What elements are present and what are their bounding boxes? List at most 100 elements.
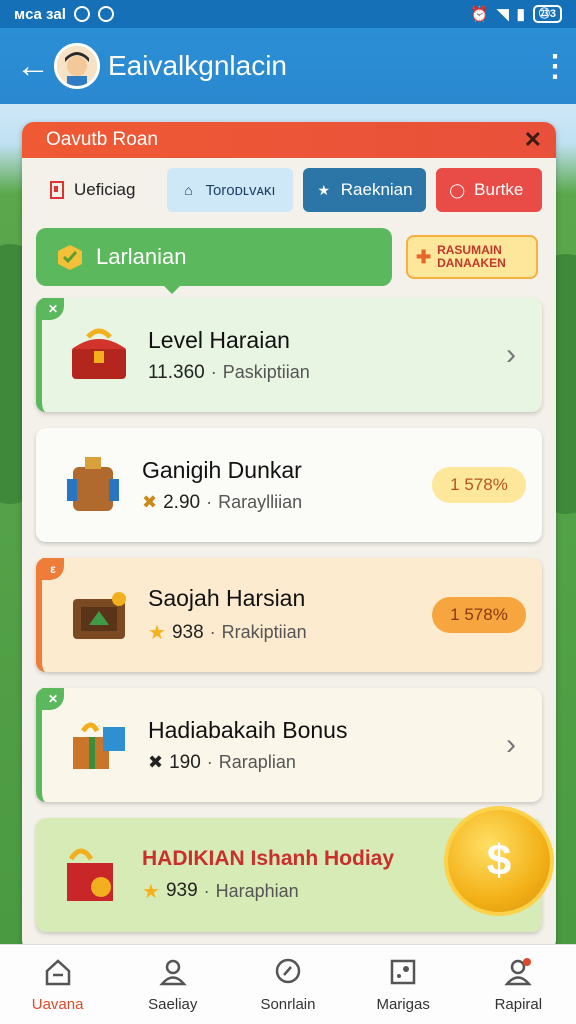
nav-second[interactable]: Saeliay [123, 956, 223, 1013]
chevron-right-icon[interactable]: › [496, 338, 526, 372]
bottom-nav: Uavana Saeliay Sonrlain Marigas Rapiral [0, 944, 576, 1024]
item-title: Level Haraian [148, 326, 290, 353]
section-header: Larlanian ✚ RASUMAIN DANAAKEN [22, 228, 556, 294]
item-subtitle: 11.360 · Paskiptiian [148, 362, 496, 384]
section-label: Larlanian [96, 244, 187, 269]
nav-third-label: Sonrlain [260, 996, 316, 1013]
nav-second-label: Saeliay [148, 996, 198, 1013]
separator: · [206, 492, 213, 512]
back-button[interactable]: ← [16, 47, 52, 86]
item-caption: Haraphian [215, 880, 299, 901]
tab-2-label: Toroᴅʟvᴀᴋı [205, 181, 276, 199]
tab-1-label: Uefiᴄiag [74, 180, 136, 199]
tools-icon: ✖ [148, 752, 164, 772]
tab-2[interactable]: ⌂ Toroᴅʟvᴀᴋı [167, 168, 293, 212]
close-icon[interactable]: ✕ [524, 127, 542, 153]
reward-list: ✕ Level Haraian 11.360 · Paskiptiian › G… [22, 292, 556, 932]
item-title: Ganigih Dunkar [142, 456, 302, 483]
nav-third[interactable]: Sonrlain [238, 956, 338, 1013]
status-bar: ᴍᴄa ɜal ⏰ ◥ ▮ ㉓3 [0, 0, 576, 28]
item-title: Saojah Harsian [148, 585, 306, 611]
item-text: Hadiabakaih Bonus ✖ 190 · Raraplian [148, 717, 496, 774]
nav-fourth-label: Marigas [376, 996, 430, 1013]
item-text: Ganigih Dunkar ✖ 2.90 · Raraylliian [142, 457, 432, 514]
list-item[interactable]: HADIKIAN Ishanh Hodiay ★ 939 · Haraphian… [36, 806, 554, 932]
profile-icon [502, 956, 534, 988]
separator: · [209, 622, 216, 642]
wooden-chest-icon [64, 580, 134, 650]
treasure-chest-icon [64, 320, 134, 390]
item-caption: Rrakiptiian [221, 622, 307, 642]
map-icon [387, 956, 419, 988]
item-subtitle: ✖ 190 · Raraplian [148, 752, 496, 774]
more-menu-icon[interactable]: ⋮ [540, 49, 570, 84]
item-caption: Paskiptiian [222, 362, 310, 382]
item-value: 11.360 [148, 361, 205, 383]
check-corner-icon: ✕ [42, 688, 64, 710]
item-value: 190 [169, 751, 201, 773]
item-value: 2.90 [163, 491, 201, 513]
nav-home-label: Uavana [31, 996, 84, 1013]
star-icon: ★ [317, 181, 331, 198]
panel-title: Oavutb Roan [46, 129, 158, 150]
panel-header: Oavutb Roan ✕ [22, 122, 556, 158]
avatar[interactable] [54, 43, 100, 89]
signal-icon: ▮ [516, 6, 525, 23]
list-item[interactable]: Ganigih Dunkar ✖ 2.90 · Raraylliian 1 57… [36, 428, 542, 542]
app-bar: ← Eaivalkgnlacin ⋮ [0, 28, 576, 104]
progress-badge[interactable]: 1 578% [432, 597, 526, 633]
tab-4[interactable]: ◯ Buɾtke [436, 168, 542, 212]
battery-indicator: ㉓3 [532, 5, 562, 23]
home-icon [42, 956, 74, 988]
gold-coin-icon[interactable]: $ [444, 806, 554, 916]
section-label-button[interactable]: Larlanian [36, 228, 392, 294]
item-caption: Raraylliian [218, 492, 303, 512]
separator: · [206, 752, 213, 772]
tab-3-label: Raeknian [340, 180, 413, 199]
star-icon: ★ [142, 880, 160, 903]
item-title: Hadiabakaih Bonus [148, 716, 348, 743]
section-badge[interactable]: ✚ RASUMAIN DANAAKEN [406, 235, 538, 279]
check-corner-icon: ✕ [42, 298, 64, 320]
tools-icon: ✖ [142, 492, 158, 512]
app-title: Eaivalkgnlacin [108, 50, 287, 81]
alarm-icon: ⏰ [470, 6, 490, 23]
user-icon [157, 956, 189, 988]
nav-profile-label: Rapiral [494, 996, 543, 1013]
tab-3[interactable]: ★ Raeknian [302, 168, 427, 212]
chevron-right-icon[interactable]: › [496, 728, 526, 762]
backpack-icon [58, 450, 128, 520]
list-item[interactable]: ✕ Level Haraian 11.360 · Paskiptiian › [36, 298, 542, 412]
item-caption: Raraplian [218, 752, 296, 772]
section-badge-text: RASUMAIN DANAAKEN [437, 243, 506, 270]
nav-fourth[interactable]: Marigas [353, 956, 453, 1013]
tab-4-label: Buɾtke [474, 180, 524, 199]
star-icon: ★ [148, 622, 166, 644]
list-item[interactable]: ε Saojah Harsian ★ 938 · Rrakiptiian 1 5… [36, 558, 542, 672]
nav-profile[interactable]: Rapiral [468, 956, 568, 1013]
item-subtitle: ★ 938 · Rrakiptiian [148, 620, 432, 645]
tab-1[interactable]: Uefiᴄiag [36, 168, 158, 212]
item-subtitle: ✖ 2.90 · Raraylliian [142, 492, 432, 514]
nav-home[interactable]: Uavana [8, 956, 108, 1013]
carrier-text: ᴍᴄa ɜal [14, 5, 66, 23]
rewards-panel: Oavutb Roan ✕ Uefiᴄiag ⌂ Toroᴅʟvᴀᴋı ★ Ra… [22, 122, 556, 952]
item-text: Saojah Harsian ★ 938 · Rrakiptiian [148, 585, 432, 645]
notification-icon [73, 6, 90, 22]
wifi-icon: ◥ [497, 6, 509, 23]
separator: · [210, 362, 217, 382]
circle-icon: ◯ [449, 181, 465, 198]
gift-box-icon [64, 710, 134, 780]
puzzle-icon: ✚ [416, 246, 432, 267]
app-notification-icon [97, 6, 114, 22]
document-icon [48, 181, 66, 199]
tab-bar: Uefiᴄiag ⌂ Toroᴅʟvᴀᴋı ★ Raeknian ◯ Buɾtk… [22, 158, 556, 222]
progress-badge[interactable]: 1 578% [432, 467, 526, 503]
red-gift-icon [58, 840, 128, 910]
chat-icon [272, 956, 304, 988]
item-value: 938 [171, 621, 204, 643]
flame-corner-icon: ε [42, 558, 64, 580]
list-item[interactable]: ✕ Hadiabakaih Bonus ✖ 190 · Raraplian › [36, 688, 542, 802]
avatar-face-icon [57, 46, 97, 86]
box-check-icon [58, 245, 82, 270]
